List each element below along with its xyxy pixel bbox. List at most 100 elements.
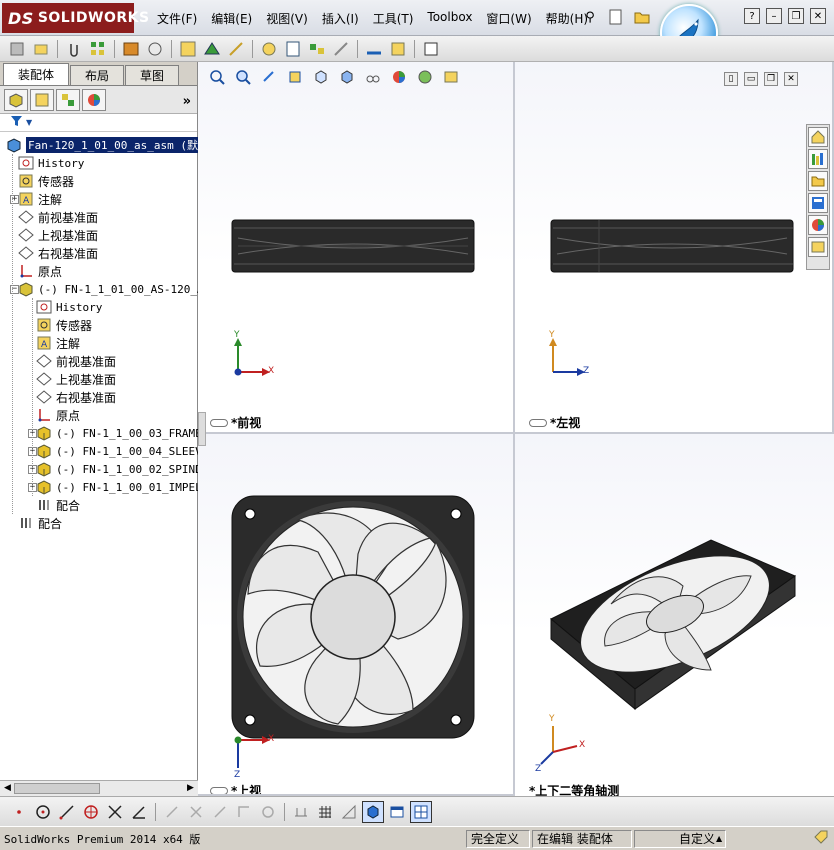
viewport-restore-icon[interactable]: ❐ xyxy=(764,72,778,86)
sketch-grid-icon[interactable] xyxy=(290,801,312,823)
restore-icon[interactable]: ❐ xyxy=(788,8,804,24)
menu-file[interactable]: 文件(F) xyxy=(150,10,204,27)
menu-window[interactable]: 窗口(W) xyxy=(479,10,538,27)
feature-manager-icon[interactable] xyxy=(4,88,28,111)
tree-node[interactable]: 上视基准面 xyxy=(36,370,116,388)
viewport-close-icon[interactable]: ✕ xyxy=(784,72,798,86)
horizontal-icon[interactable] xyxy=(209,801,231,823)
tangent-icon[interactable] xyxy=(161,801,183,823)
section-view-icon[interactable] xyxy=(284,66,306,88)
new-part-icon[interactable] xyxy=(30,38,52,60)
tree-node[interactable]: 传感器 xyxy=(36,316,92,334)
tree-node[interactable]: (-) FN-1_1_00_03_FRAME xyxy=(36,424,202,442)
scroll-left-icon[interactable]: ◀ xyxy=(1,782,14,795)
new-document-icon[interactable] xyxy=(606,6,626,28)
zoom-to-fit-icon[interactable] xyxy=(206,66,228,88)
tree-node[interactable]: History xyxy=(36,298,102,316)
hide-show-items-icon[interactable] xyxy=(362,66,384,88)
triangle-icon[interactable] xyxy=(338,801,360,823)
perpendicular-icon[interactable] xyxy=(185,801,207,823)
display-style-icon[interactable] xyxy=(336,66,358,88)
tag-icon[interactable] xyxy=(814,830,828,847)
custom-properties-icon[interactable] xyxy=(808,237,828,257)
property-manager-icon[interactable] xyxy=(30,88,54,111)
menu-insert[interactable]: 插入(I) xyxy=(315,10,366,27)
viewport-isometric[interactable]: Y X Z *上下二等角轴测 xyxy=(515,434,834,796)
tree-node[interactable]: (-) FN-1_1_00_01_IMPEL xyxy=(36,478,202,496)
panel-splitter-handle[interactable] xyxy=(198,412,206,446)
glasses-icon[interactable] xyxy=(529,418,547,427)
zoom-to-area-icon[interactable] xyxy=(232,66,254,88)
appearances-scenes-icon[interactable] xyxy=(808,215,828,235)
menu-view[interactable]: 视图(V) xyxy=(259,10,315,27)
tree-node[interactable]: (-) FN-1_1_01_00_AS-120_AS xyxy=(18,280,210,298)
reference-geometry-icon[interactable] xyxy=(225,38,247,60)
tab-assembly[interactable]: 装配体 xyxy=(3,63,70,85)
viewport-top[interactable]: X Z *上视 xyxy=(198,434,515,796)
move-component-icon[interactable] xyxy=(144,38,166,60)
graphics-area[interactable]: Y X *前视 Y Z *左视 X Z *上视 Y X Z *上下二等角轴测 ▯… xyxy=(198,62,834,796)
interference-detection-icon[interactable] xyxy=(363,38,385,60)
minimize-icon[interactable]: – xyxy=(766,8,782,24)
smart-fasteners-icon[interactable] xyxy=(120,38,142,60)
tile-vertical-icon[interactable]: ▯ xyxy=(724,72,738,86)
tiled-view-icon[interactable] xyxy=(410,800,432,823)
tree-node[interactable]: 前视基准面 xyxy=(36,352,116,370)
trim-icon[interactable] xyxy=(104,801,126,823)
units-dropdown-arrow-icon[interactable]: ▲ xyxy=(716,834,722,843)
angle-icon[interactable] xyxy=(128,801,150,823)
grid-icon[interactable] xyxy=(314,801,336,823)
corner-icon[interactable] xyxy=(233,801,255,823)
tree-node[interactable]: 上视基准面 xyxy=(18,226,98,244)
open-folder-icon[interactable] xyxy=(632,6,652,28)
edit-appearance-icon[interactable] xyxy=(388,66,410,88)
apply-scene-icon[interactable] xyxy=(414,66,436,88)
tab-layout[interactable]: 布局 xyxy=(70,65,125,85)
tree-node[interactable]: (-) FN-1_1_00_02_SPIND xyxy=(36,460,202,478)
tile-horizontal-icon[interactable]: ▭ xyxy=(744,72,758,86)
menu-tools[interactable]: 工具(T) xyxy=(366,10,421,27)
design-library-icon[interactable] xyxy=(808,149,828,169)
configuration-manager-icon[interactable] xyxy=(56,88,80,111)
scrollbar-thumb[interactable] xyxy=(14,783,100,794)
point-icon[interactable] xyxy=(8,801,30,823)
tree-node[interactable]: 右视基准面 xyxy=(18,244,98,262)
paperclip-icon[interactable] xyxy=(63,38,85,60)
line-icon[interactable] xyxy=(56,801,78,823)
units-dropdown[interactable]: 自定义 xyxy=(634,829,726,848)
tree-node[interactable]: 右视基准面 xyxy=(36,388,116,406)
display-manager-icon[interactable] xyxy=(82,88,106,111)
menu-edit[interactable]: 编辑(E) xyxy=(204,10,259,27)
tree-node[interactable]: (-) FN-1_1_00_04_SLEEV xyxy=(36,442,202,460)
view-orientation-icon[interactable] xyxy=(310,66,332,88)
menu-toolbox[interactable]: Toolbox xyxy=(420,10,479,27)
filter-icon[interactable] xyxy=(10,115,24,130)
circle-icon[interactable] xyxy=(32,801,54,823)
pattern-icon[interactable] xyxy=(87,38,109,60)
shaded-box-icon[interactable] xyxy=(362,800,384,823)
tree-node[interactable]: History xyxy=(18,154,84,172)
clearance-verification-icon[interactable] xyxy=(387,38,409,60)
tab-sketch[interactable]: 草图 xyxy=(125,65,180,85)
new-motion-study-icon[interactable] xyxy=(258,38,280,60)
previous-view-icon[interactable] xyxy=(258,66,280,88)
insert-component-icon[interactable] xyxy=(6,38,28,60)
bill-of-materials-icon[interactable] xyxy=(282,38,304,60)
file-explorer-icon[interactable] xyxy=(808,171,828,191)
view-window-icon[interactable] xyxy=(386,801,408,823)
viewport-left[interactable]: Y Z *左视 xyxy=(515,62,834,434)
tree-node[interactable]: 配合 xyxy=(18,514,62,532)
viewport-front[interactable]: Y X *前视 xyxy=(198,62,515,434)
close-icon[interactable]: ✕ xyxy=(810,8,826,24)
scroll-right-icon[interactable]: ▶ xyxy=(184,782,197,795)
solidworks-logo[interactable]: DS SOLIDWORKS xyxy=(2,3,149,33)
tree-horizontal-scrollbar[interactable]: ◀ ▶ xyxy=(0,780,198,796)
tree-node[interactable]: 配合 xyxy=(36,496,80,514)
view-settings-icon[interactable] xyxy=(440,66,462,88)
polygon-icon[interactable] xyxy=(80,801,102,823)
tree-node[interactable]: 前视基准面 xyxy=(18,208,98,226)
filter-dropdown-icon[interactable]: ▼ xyxy=(26,118,32,127)
tree-node[interactable]: 传感器 xyxy=(18,172,74,190)
tree-node[interactable]: 原点 xyxy=(18,262,62,280)
glasses-icon[interactable] xyxy=(210,418,228,427)
